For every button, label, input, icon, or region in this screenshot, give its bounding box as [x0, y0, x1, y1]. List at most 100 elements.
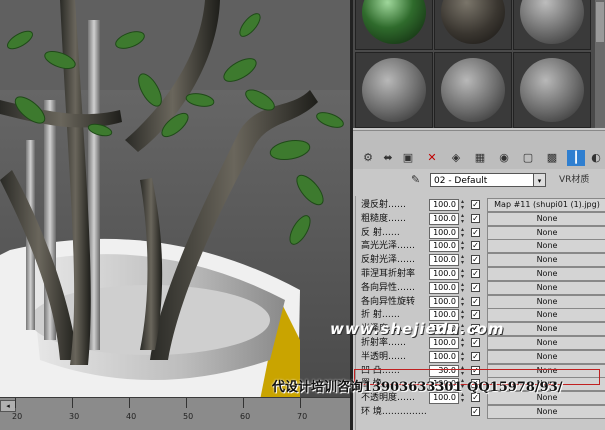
map-amount-field[interactable]: 100.0: [429, 212, 459, 225]
map-enable-checkbox[interactable]: ✓: [471, 213, 480, 223]
show-map-icon[interactable]: ▢: [519, 150, 537, 166]
spinner-icon[interactable]: ▴ ▾: [461, 350, 467, 363]
map-amount-field[interactable]: 100.0: [429, 337, 459, 349]
ruler-tick: [300, 398, 301, 408]
map-slot-button[interactable]: None: [487, 253, 605, 268]
map-enable-checkbox[interactable]: ✓: [471, 241, 480, 251]
map-slot-button[interactable]: None: [487, 322, 605, 337]
material-toolbar: ⚙ ⬌ ▣ ✕ ◈ ▦ ◉ ▢ ▩ ┃ ◐: [353, 130, 605, 169]
map-amount-field[interactable]: 100.0: [429, 240, 459, 253]
ruler-tick-label: 50: [183, 412, 194, 421]
map-enable-checkbox[interactable]: ✓: [471, 365, 480, 375]
timeline-left-arrow-icon[interactable]: ◂: [0, 400, 16, 412]
map-amount-field[interactable]: 100.0: [429, 268, 459, 280]
map-enable-checkbox[interactable]: ✓: [471, 351, 480, 361]
map-enable-checkbox[interactable]: ✓: [471, 227, 480, 237]
ruler-tick: [186, 398, 187, 408]
map-slot-button[interactable]: None: [487, 211, 605, 226]
map-enable-checkbox[interactable]: ✓: [471, 282, 480, 292]
map-amount-field[interactable]: 100.0: [429, 226, 459, 239]
reset-icon[interactable]: ✕: [423, 150, 441, 166]
go-forward-icon[interactable]: ◐: [587, 150, 605, 166]
ruler-tick-label: 20: [12, 412, 23, 421]
map-slot-button[interactable]: None: [487, 239, 605, 254]
map-amount-field[interactable]: 30.0: [429, 364, 459, 377]
map-slot-button[interactable]: None: [487, 405, 605, 419]
put-to-scene-icon[interactable]: ⬌: [379, 150, 397, 166]
map-row-label: 各向异性……: [361, 282, 416, 293]
put-to-library-icon[interactable]: ▦: [471, 150, 489, 166]
map-slot-button[interactable]: Map #11 (shupi01 (1).jpg): [487, 198, 605, 212]
ruler-tick: [15, 398, 16, 408]
map-enable-checkbox[interactable]: ✓: [471, 296, 480, 306]
map-row-label: 环 境……………: [361, 407, 427, 417]
eyedropper-icon[interactable]: ✎: [411, 173, 425, 187]
go-parent-icon[interactable]: ┃: [567, 150, 585, 166]
map-amount-field[interactable]: 100.0: [429, 295, 459, 308]
map-slot-button[interactable]: None: [487, 294, 605, 309]
spinner-icon[interactable]: ▴ ▾: [461, 337, 467, 349]
material-slot[interactable]: [355, 52, 433, 128]
map-row: 菲涅耳折射率 100.0 ▴ ▾ ✓ None: [361, 267, 605, 281]
map-slot-button[interactable]: None: [487, 225, 605, 240]
material-slot[interactable]: [434, 52, 512, 128]
spinner-icon[interactable]: ▴ ▾: [461, 295, 467, 308]
map-enable-checkbox[interactable]: ✓: [471, 338, 480, 347]
show-end-result-icon[interactable]: ▩: [543, 150, 561, 166]
spinner-icon[interactable]: ▴ ▾: [461, 212, 467, 225]
map-slot-button[interactable]: None: [487, 267, 605, 281]
map-row-label: 漫反射……: [361, 200, 407, 210]
3d-viewport[interactable]: ◂ 20 30 40 50 60 70: [0, 0, 350, 430]
map-row: 反射光泽…… 100.0 ▴ ▾ ✓ None: [361, 253, 605, 268]
map-slot-button[interactable]: None: [487, 349, 605, 364]
spinner-icon[interactable]: ▴ ▾: [461, 254, 467, 266]
map-enable-checkbox[interactable]: ✓: [471, 200, 480, 209]
material-type-button[interactable]: VR材质: [559, 173, 603, 187]
spinner-icon[interactable]: ▴ ▾: [461, 240, 467, 252]
map-enable-checkbox[interactable]: ✓: [471, 310, 480, 320]
spinner-icon[interactable]: ▴ ▾: [461, 268, 467, 280]
spinner-icon[interactable]: ▴ ▾: [461, 226, 467, 239]
map-enable-checkbox[interactable]: ✓: [471, 407, 480, 416]
material-name-dropdown-icon[interactable]: ▾: [533, 173, 546, 187]
map-amount-field[interactable]: 100.0: [429, 281, 459, 294]
get-material-icon[interactable]: ⚙: [359, 150, 377, 166]
material-slot[interactable]: [355, 0, 433, 50]
map-row: 各向异性旋转 100.0 ▴ ▾ ✓ None: [361, 294, 605, 309]
render-scene: [0, 0, 350, 400]
scrollbar-thumb[interactable]: [596, 2, 604, 42]
ruler-tick-label: 60: [240, 412, 251, 421]
material-slot[interactable]: [513, 0, 591, 50]
assign-icon[interactable]: ▣: [399, 150, 417, 166]
map-row: 反 射…… 100.0 ▴ ▾ ✓ None: [361, 225, 605, 240]
map-slot-button[interactable]: None: [487, 308, 605, 323]
material-name-field[interactable]: 02 - Default: [430, 173, 546, 187]
make-unique-icon[interactable]: ◈: [447, 150, 465, 166]
map-amount-field[interactable]: 100.0: [429, 199, 459, 211]
spinner-icon[interactable]: ▴ ▾: [461, 364, 467, 377]
map-row-label: 菲涅耳折射率: [361, 269, 416, 279]
ruler-tick: [243, 398, 244, 408]
slots-scrollbar[interactable]: [595, 0, 605, 128]
map-row-label: 高光光泽……: [361, 241, 416, 252]
map-slot-button[interactable]: None: [487, 280, 605, 295]
map-amount-field[interactable]: 100.0: [429, 254, 459, 267]
material-sphere: [362, 58, 426, 122]
ruler-tick: [129, 398, 130, 408]
spinner-icon[interactable]: ▴ ▾: [461, 281, 467, 294]
map-row: 半透明…… 100.0 ▴ ▾ ✓ None: [361, 349, 605, 364]
material-slot[interactable]: [513, 52, 591, 128]
ruler-tick: [72, 398, 73, 408]
map-slot-button[interactable]: None: [487, 336, 605, 350]
material-effects-icon[interactable]: ◉: [495, 150, 513, 166]
timeline-ruler[interactable]: ◂ 20 30 40 50 60 70: [0, 397, 350, 430]
ruler-tick-label: 70: [297, 412, 308, 421]
map-amount-field[interactable]: 100.0: [429, 350, 459, 363]
map-row: 漫反射…… 100.0 ▴ ▾ ✓ Map #11 (shupi01 (1).jpg): [361, 198, 605, 212]
map-enable-checkbox[interactable]: ✓: [471, 255, 480, 265]
material-sphere: [520, 0, 584, 44]
map-enable-checkbox[interactable]: ✓: [471, 269, 480, 278]
material-slot[interactable]: [434, 0, 512, 50]
watermark-site: www.shejiedu.com: [330, 320, 505, 338]
spinner-icon[interactable]: ▴ ▾: [461, 199, 467, 211]
